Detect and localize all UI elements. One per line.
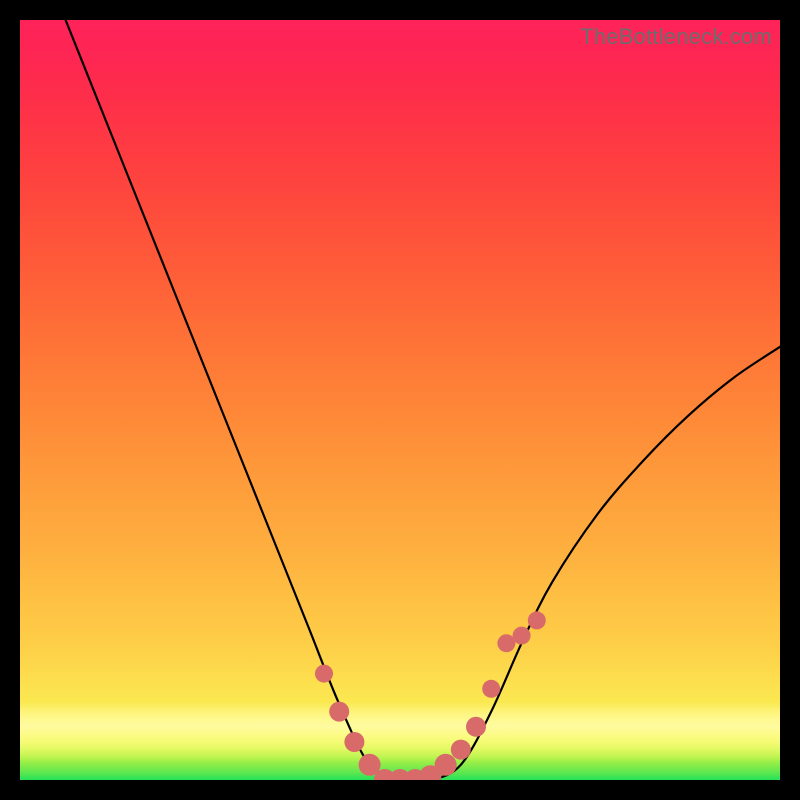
bead-marker bbox=[482, 680, 500, 698]
bead-marker bbox=[435, 754, 457, 776]
bead-marker bbox=[329, 702, 349, 722]
bead-marker bbox=[528, 611, 546, 629]
bead-markers bbox=[315, 611, 546, 780]
chart-svg bbox=[20, 20, 780, 780]
bead-marker bbox=[451, 740, 471, 760]
bead-marker bbox=[344, 732, 364, 752]
watermark-text: TheBottleneck.com bbox=[580, 24, 772, 50]
bead-marker bbox=[466, 717, 486, 737]
bead-marker bbox=[513, 627, 531, 645]
curve-line bbox=[66, 20, 780, 780]
bead-marker bbox=[315, 665, 333, 683]
plot-frame: TheBottleneck.com bbox=[20, 20, 780, 780]
